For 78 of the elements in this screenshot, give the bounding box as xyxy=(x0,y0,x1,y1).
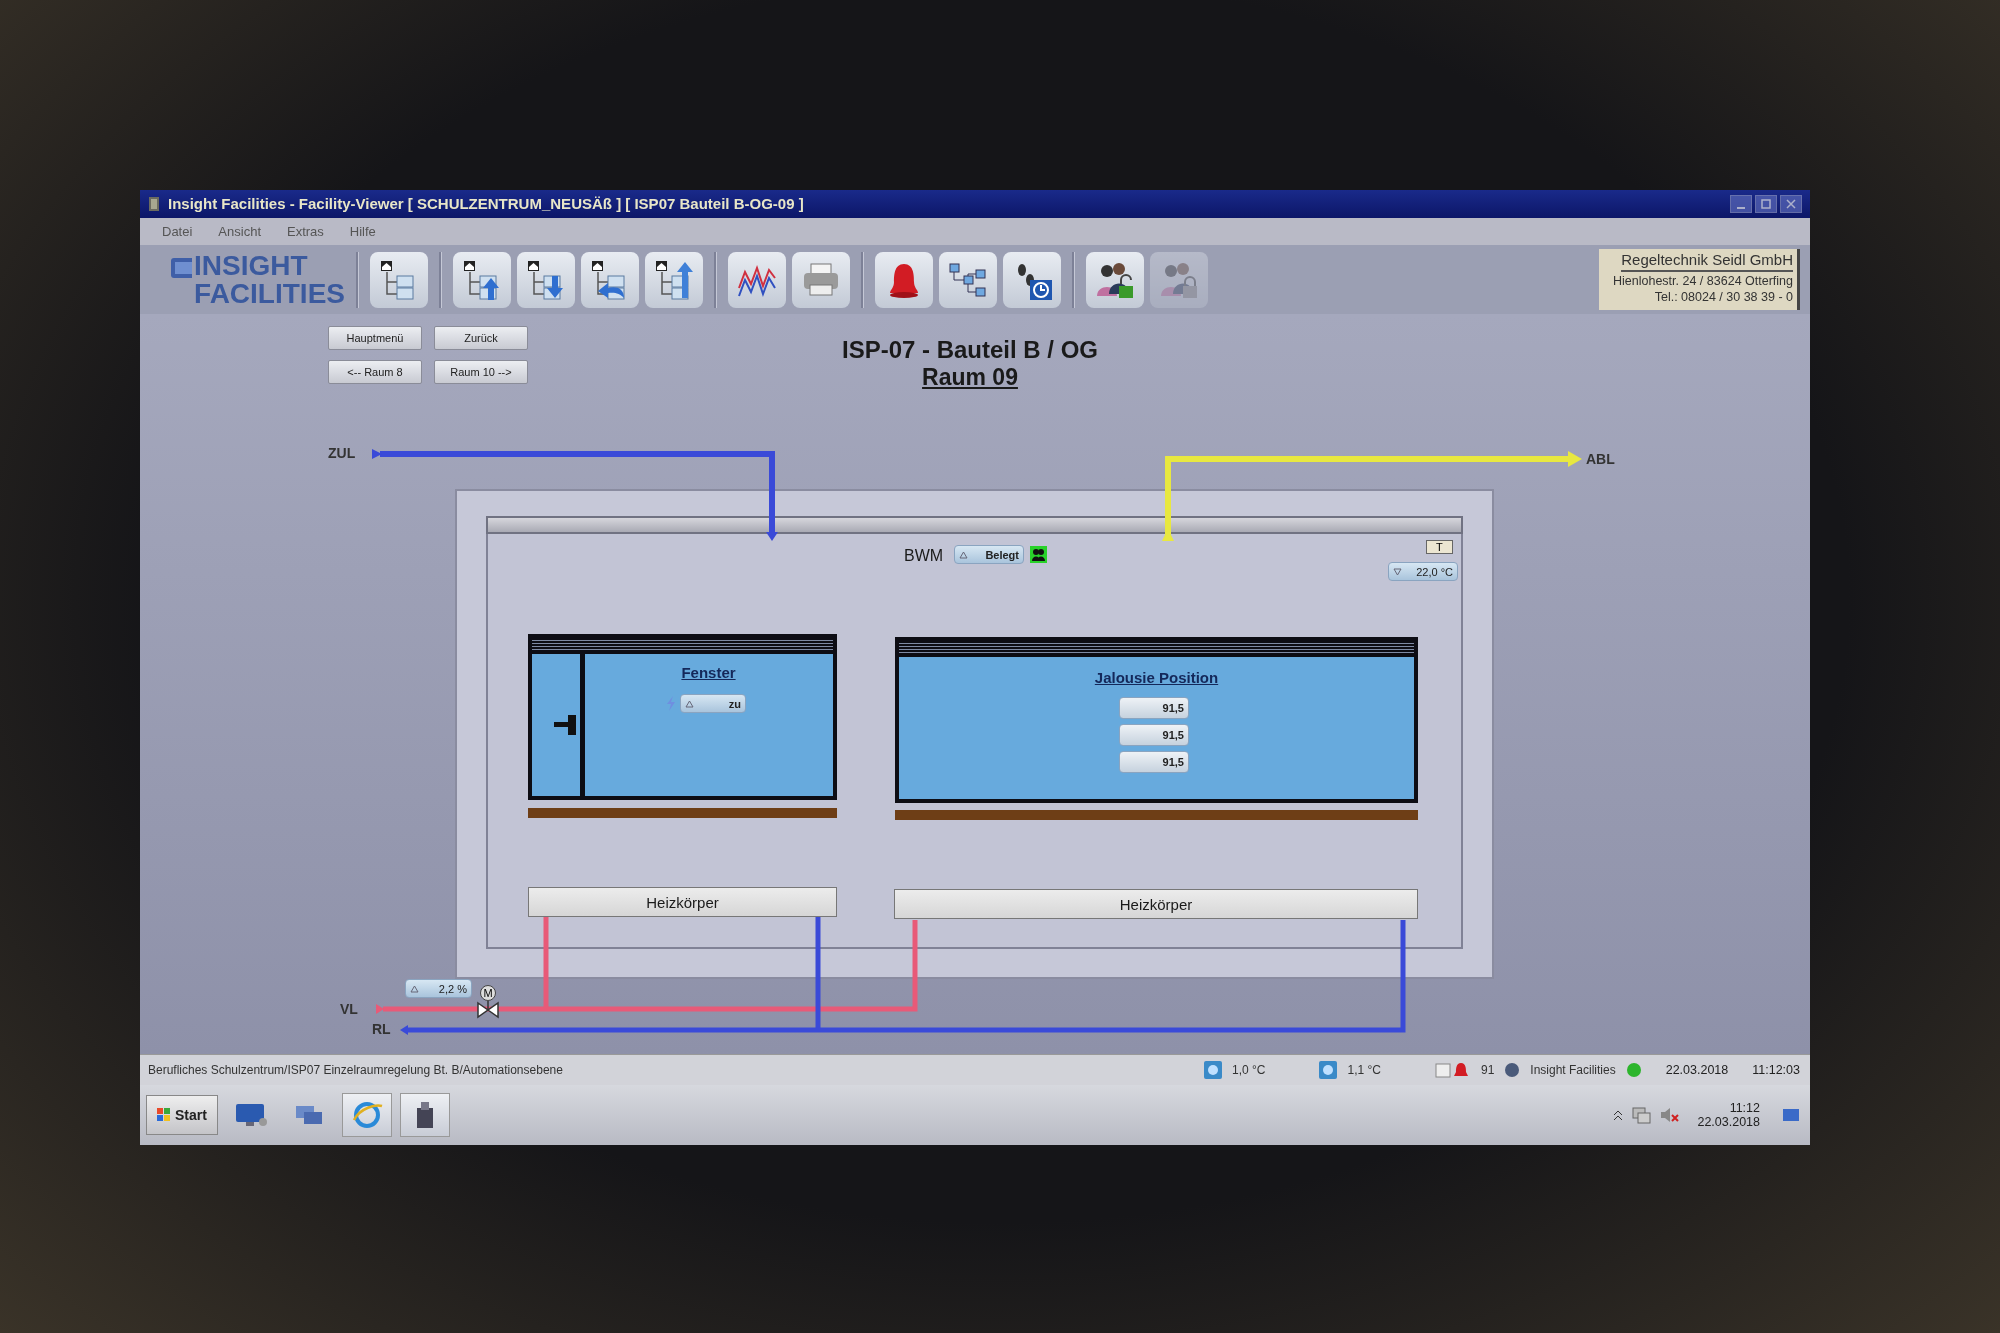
temperature-field[interactable]: 22,0 °C xyxy=(1388,562,1458,582)
room-title: Raum 09 xyxy=(922,364,1018,392)
navigation-button[interactable]: Hauptmenü xyxy=(328,326,422,351)
windows-logo-icon xyxy=(157,1108,171,1123)
status-reading: 1,0 °C xyxy=(1232,1063,1266,1078)
sensor-icon xyxy=(1204,1061,1222,1080)
page-title: ISP-07 - Bauteil B / OG xyxy=(841,336,1099,365)
temperature-sensor-label: T xyxy=(1426,540,1453,555)
tree-return-button[interactable] xyxy=(645,251,703,308)
menu-item[interactable]: Ansicht xyxy=(218,223,261,239)
tree-button[interactable] xyxy=(370,251,428,308)
blind-position-field[interactable]: 91,5 xyxy=(1119,751,1189,774)
tree-up-button[interactable] xyxy=(453,251,511,308)
menu-item[interactable]: Extras xyxy=(287,223,324,239)
company-name: Regeltechnik Seidl GmbH xyxy=(1621,250,1793,272)
show-desktop-icon[interactable] xyxy=(1782,1108,1800,1123)
window-state-field[interactable]: zu xyxy=(680,694,746,714)
close-button[interactable] xyxy=(1780,194,1802,213)
sensor-icon xyxy=(1319,1061,1338,1080)
company-address: Hienlohestr. 24 / 83624 Otterfing xyxy=(1613,273,1793,288)
status-time: 11:12:03 xyxy=(1752,1063,1800,1078)
triangle-icon xyxy=(410,984,419,993)
network-icon[interactable] xyxy=(1631,1106,1652,1125)
occupancy-field[interactable]: Belegt xyxy=(954,545,1024,565)
minimize-icon xyxy=(1737,206,1745,209)
tree-down-button[interactable] xyxy=(517,251,575,308)
status-date: 22.03.2018 xyxy=(1665,1063,1729,1078)
users-unlock-button[interactable] xyxy=(1086,251,1144,308)
menu-item[interactable]: Hilfe xyxy=(349,223,376,239)
application-icon xyxy=(148,195,160,212)
menu-item[interactable]: Datei xyxy=(162,223,193,239)
radiator: Heizkörper xyxy=(894,889,1418,920)
triangle-icon xyxy=(959,550,968,559)
network-button[interactable] xyxy=(939,251,997,308)
navigation-button[interactable]: <-- Raum 8 xyxy=(328,360,422,385)
start-button[interactable]: Start xyxy=(146,1095,218,1136)
status-path: Berufliches Schulzentrum/ISP07 Einzelraumregelung Bt. B/Automationsebene xyxy=(148,1063,563,1078)
server-name: Insight Facilities xyxy=(1530,1063,1616,1078)
motion-sensor-label: BWM xyxy=(904,547,944,566)
close-icon xyxy=(1786,198,1796,209)
blind-position-title: Jalousie Position xyxy=(1093,669,1220,687)
alarm-bell-button[interactable] xyxy=(875,251,933,308)
chart-button[interactable] xyxy=(728,251,786,308)
flow-label: VL xyxy=(340,1001,358,1018)
alarm-count: 91 xyxy=(1480,1063,1495,1078)
speaker-muted-icon[interactable] xyxy=(1659,1106,1680,1125)
blind-position-field[interactable]: 91,5 xyxy=(1119,697,1189,720)
clock-time: 11:12 xyxy=(1729,1101,1760,1116)
taskbar-button[interactable] xyxy=(399,1093,450,1138)
return-label: RL xyxy=(372,1021,391,1038)
maximize-button[interactable] xyxy=(1755,194,1777,213)
logo-text: INSIGHT xyxy=(194,251,309,280)
tree-back-button[interactable] xyxy=(581,251,639,308)
alarm-icon xyxy=(1434,1061,1471,1080)
printer-button[interactable] xyxy=(792,251,850,308)
lightning-icon xyxy=(666,696,676,712)
triangle-icon xyxy=(1393,567,1402,576)
blind-position-field[interactable]: 91,5 xyxy=(1119,724,1189,747)
chevron-up-icon[interactable] xyxy=(1613,1109,1624,1122)
schedule-button[interactable] xyxy=(1003,251,1061,308)
logo-text: FACILITIES xyxy=(194,279,345,308)
triangle-icon xyxy=(685,699,694,708)
supply-air-label: ZUL xyxy=(328,445,356,462)
company-phone: Tel.: 08024 / 30 38 39 - 0 xyxy=(1654,289,1793,304)
navigation-button[interactable]: Zurück xyxy=(434,326,528,351)
radiator: Heizkörper xyxy=(528,887,837,918)
status-reading: 1,1 °C xyxy=(1347,1063,1381,1078)
exhaust-air-label: ABL xyxy=(1586,451,1615,468)
navigation-button[interactable]: Raum 10 --> xyxy=(434,360,528,385)
valve-icon xyxy=(477,1000,499,1019)
window-title-label: Fenster xyxy=(680,664,737,682)
maximize-icon xyxy=(1761,198,1771,209)
valve-position-field[interactable]: 2,2 % xyxy=(405,979,472,999)
clock-date: 22.03.2018 xyxy=(1697,1115,1760,1130)
monitor-icon xyxy=(233,1102,268,1129)
valve-motor: M xyxy=(480,985,496,1002)
minimize-button[interactable] xyxy=(1730,194,1752,213)
window-title: Insight Facilities - Facility-Viewer [ SCHULZENTRUM_NEUSÄß ] [ ISP07 Bauteil B-OG-09 ] xyxy=(168,195,804,213)
